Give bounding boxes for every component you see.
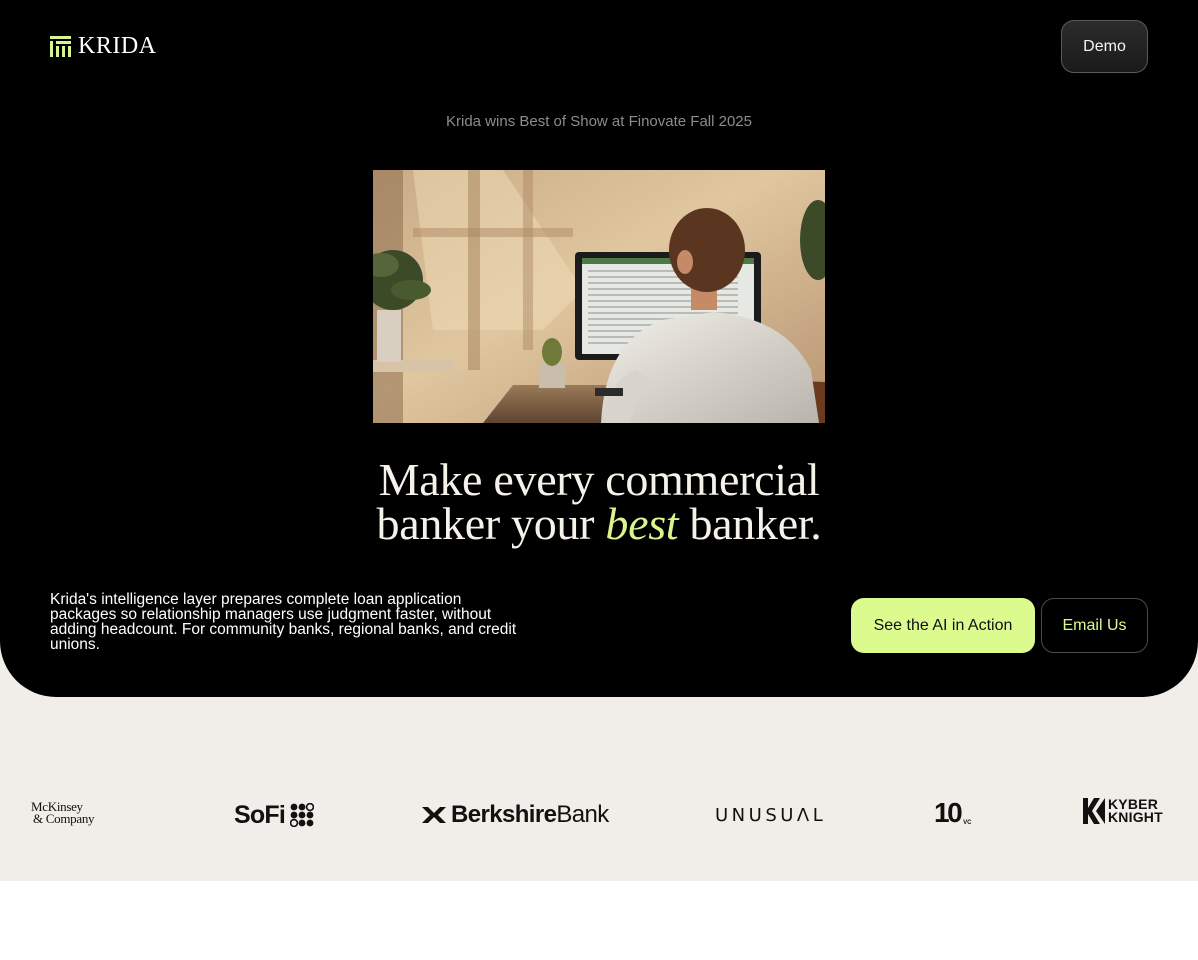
hero-headline: Make every commercial banker your best b…: [0, 454, 1198, 547]
berkshire-bank-text-bold: Berkshire: [451, 801, 557, 828]
sofi-dots-icon: [289, 803, 314, 827]
hero-description: Krida's intelligence layer prepares comp…: [50, 591, 517, 653]
ten-vc-logo-suffix: VC: [963, 820, 972, 826]
kyber-knight-logo-text: KYBER KNIGHT: [1108, 797, 1163, 825]
see-ai-in-action-button[interactable]: See the AI in Action: [851, 598, 1035, 653]
brand-name: KRIDA: [78, 33, 157, 59]
krida-logo-icon: [50, 35, 71, 57]
ten-vc-logo: 10 VC: [934, 799, 972, 827]
headline-accent-word: best: [605, 498, 679, 549]
announcement-text[interactable]: Krida wins Best of Show at Finovate Fall…: [0, 113, 1198, 130]
client-logo-strip: McKinsey & Company SoFi BerkshireBank UN…: [0, 697, 1198, 881]
sofi-logo-text: SoFi: [234, 801, 286, 829]
brand-logo[interactable]: KRIDA: [50, 34, 157, 58]
hero-image: [373, 170, 825, 423]
unusual-logo: UNUSUΛL: [715, 805, 827, 826]
berkshire-bank-logo: BerkshireBank: [421, 801, 609, 829]
mckinsey-logo: McKinsey & Company: [31, 800, 95, 826]
berkshire-star-icon: [422, 807, 446, 823]
kyber-knight-logo: KYBER KNIGHT: [1083, 797, 1163, 825]
knight-logo-line: KNIGHT: [1108, 809, 1163, 825]
sofi-logo: SoFi: [234, 801, 314, 829]
berkshire-bank-text: BerkshireBank: [451, 801, 609, 829]
headline-line-2: banker your best banker.: [0, 501, 1198, 547]
headline-line-2-start: banker your: [376, 498, 606, 549]
headline-line-2-end: banker.: [678, 498, 822, 549]
headline-line-1: Make every commercial: [378, 454, 820, 505]
kyber-knight-mark-icon: [1083, 798, 1105, 824]
hero-section: KRIDA Demo Krida wins Best of Show at Fi…: [0, 0, 1198, 697]
ten-vc-logo-number: 10: [934, 797, 963, 828]
email-us-button[interactable]: Email Us: [1041, 598, 1148, 653]
mckinsey-logo-line-2: & Company: [33, 811, 95, 826]
berkshire-bank-text-light: Bank: [556, 801, 609, 828]
demo-button[interactable]: Demo: [1061, 20, 1148, 73]
